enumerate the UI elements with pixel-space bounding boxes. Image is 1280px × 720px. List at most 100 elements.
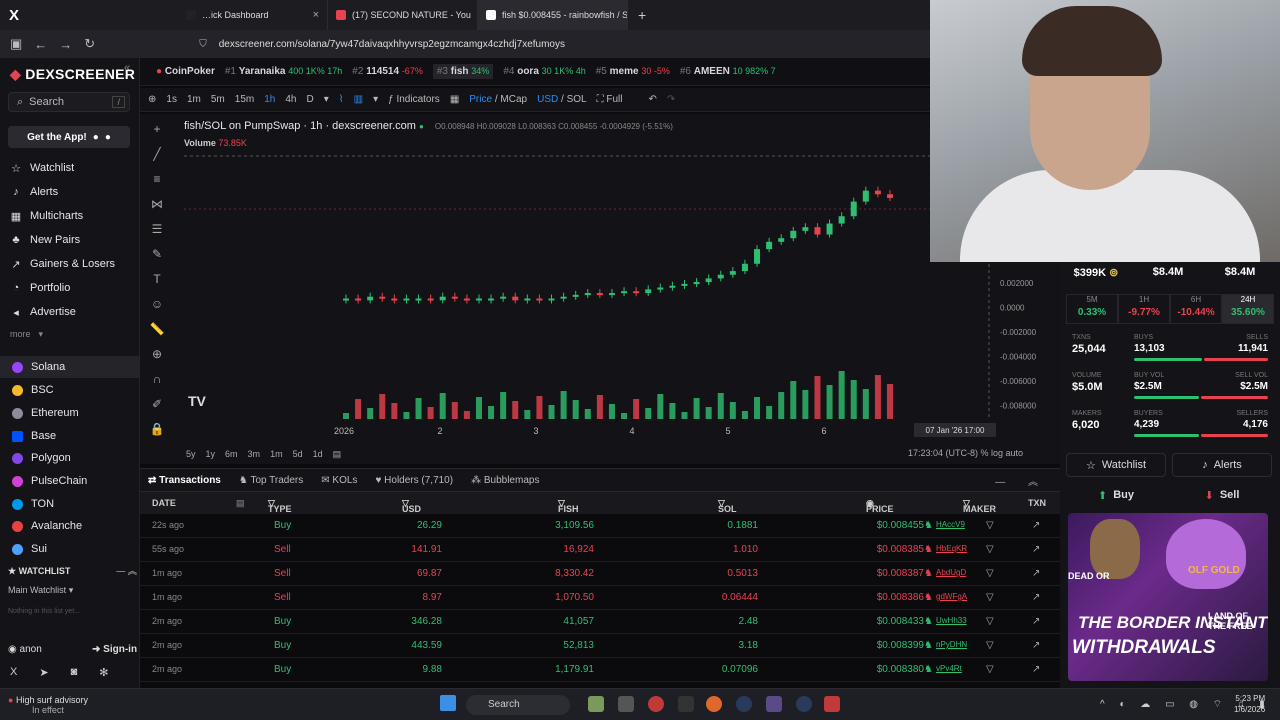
trend-item[interactable]: #3 fish 34% bbox=[432, 64, 494, 79]
lock-icon[interactable]: 🔒 bbox=[150, 422, 165, 436]
discord-icon[interactable]: ◙ bbox=[71, 666, 78, 679]
layout-icon[interactable]: ▦ bbox=[450, 94, 459, 105]
telegram-icon[interactable]: ➤ bbox=[39, 666, 48, 679]
main-watchlist-select[interactable]: Main Watchlist ▾ bbox=[8, 585, 73, 596]
weather-widget[interactable]: ● High surf advisory In effect bbox=[8, 695, 88, 715]
sidebar-item-gainers-losers[interactable]: ↗ Gainers & Losers bbox=[10, 254, 115, 274]
chain-base[interactable]: Base bbox=[0, 425, 140, 447]
line-chart-icon[interactable]: ⌇ bbox=[339, 94, 344, 105]
chain-pulsechain[interactable]: PulseChain bbox=[0, 470, 140, 492]
trend-item[interactable]: ● CoinPoker bbox=[156, 66, 215, 77]
interval-d[interactable]: D bbox=[306, 94, 313, 105]
pattern-icon[interactable]: ⋈ bbox=[151, 197, 163, 211]
browser-tab-2[interactable]: (17) SECOND NATURE - You × bbox=[328, 0, 478, 30]
alerts-button[interactable]: ♪ Alerts bbox=[1172, 453, 1272, 477]
forward-icon[interactable]: → bbox=[59, 37, 72, 52]
tab-holders[interactable]: ♥ Holders (7,710) bbox=[375, 475, 453, 486]
search-input[interactable]: ⌕ Search / bbox=[8, 92, 130, 112]
timeframe-1h[interactable]: 1H -9.77% bbox=[1118, 294, 1170, 324]
col-sol[interactable]: SOL ▽ bbox=[718, 498, 737, 514]
lock-draw-icon[interactable]: ✐ bbox=[152, 397, 162, 411]
range-1y[interactable]: 1y bbox=[206, 449, 216, 459]
sidebar-item-advertise[interactable]: ◂ Advertise bbox=[10, 302, 76, 322]
magnet-icon[interactable]: ∩ bbox=[153, 372, 162, 386]
browser-tab-3[interactable]: fish $0.008455 - rainbowfish / S × bbox=[478, 0, 628, 30]
sidebar-item-new-pairs[interactable]: ♣ New Pairs bbox=[10, 230, 80, 250]
chain-polygon[interactable]: Polygon bbox=[0, 447, 140, 469]
open-tx-icon[interactable]: ↗ bbox=[1032, 616, 1040, 627]
col-date[interactable]: DATE bbox=[152, 498, 176, 508]
table-row[interactable]: 2m ago Buy 346.28 41,057 2.48 $0.008433 UwHh33… bbox=[140, 610, 1060, 634]
open-tx-icon[interactable]: ↗ bbox=[1032, 592, 1040, 603]
brush-icon[interactable]: ✎ bbox=[152, 247, 162, 261]
taskbar-search[interactable]: Search bbox=[466, 695, 570, 715]
start-button-icon[interactable] bbox=[440, 695, 456, 711]
app-icon-angular[interactable] bbox=[824, 696, 840, 712]
more-link[interactable]: more ▾ bbox=[10, 324, 43, 344]
table-row[interactable]: 1m ago Sell 8.97 1,070.50 0.06444 $0.008386 gd… bbox=[140, 586, 1060, 610]
chain-solana[interactable]: Solana bbox=[0, 356, 140, 378]
cell-maker[interactable]: nPyDHN bbox=[936, 640, 967, 649]
range-5d[interactable]: 5d bbox=[293, 449, 303, 459]
filter-icon[interactable]: ▽ bbox=[986, 592, 994, 603]
settings-icon[interactable]: ✻ bbox=[99, 666, 108, 679]
filter-icon[interactable]: ▽ bbox=[986, 664, 994, 675]
emoji-icon[interactable]: ☺ bbox=[151, 297, 163, 311]
usd-sol-toggle[interactable]: USD / SOL bbox=[537, 94, 586, 105]
calendar-icon[interactable]: ▤ bbox=[236, 498, 245, 509]
range-1m[interactable]: 1m bbox=[270, 449, 283, 459]
open-tx-icon[interactable]: ↗ bbox=[1032, 520, 1040, 531]
app-icon-explorer[interactable] bbox=[618, 696, 634, 712]
panel-controls-icon[interactable]: — ︽ bbox=[995, 473, 1048, 488]
col-maker[interactable]: MAKER ▽ bbox=[963, 498, 996, 514]
range-5y[interactable]: 5y bbox=[186, 449, 196, 459]
filter-icon[interactable]: ▽ bbox=[986, 568, 994, 579]
trend-item[interactable]: #6 AMEEN 10 982% 7 bbox=[680, 66, 776, 77]
new-tab-icon[interactable]: + bbox=[628, 7, 646, 23]
cell-maker[interactable]: vPv4Rt bbox=[936, 664, 962, 673]
app-icon-steam[interactable] bbox=[736, 696, 752, 712]
sidebar-item-portfolio[interactable]: ◔ Portfolio bbox=[10, 278, 71, 298]
undo-icon[interactable]: ↶ bbox=[648, 94, 656, 105]
col-type[interactable]: TYPE ▽ bbox=[268, 498, 292, 514]
tab-kols[interactable]: ✉ KOLs bbox=[321, 475, 357, 486]
filter-icon[interactable]: ▽ bbox=[986, 640, 994, 651]
zoom-icon[interactable]: ⊕ bbox=[152, 347, 162, 361]
interval-15m[interactable]: 15m bbox=[235, 94, 254, 105]
open-tx-icon[interactable]: ↗ bbox=[1032, 640, 1040, 651]
filter-icon[interactable]: ▽ bbox=[986, 616, 994, 627]
interval-1h[interactable]: 1h bbox=[264, 94, 275, 105]
crosshair-icon[interactable]: + bbox=[153, 122, 160, 136]
app-icon-obs[interactable] bbox=[766, 696, 782, 712]
redo-icon[interactable]: ↷ bbox=[667, 94, 675, 105]
user-menu[interactable]: ◉ anon bbox=[8, 644, 42, 655]
filter-icon[interactable]: ▽ bbox=[986, 520, 994, 531]
cell-maker[interactable]: AbdUgD bbox=[936, 568, 966, 577]
app-icon-chrome[interactable] bbox=[648, 696, 664, 712]
open-tx-icon[interactable]: ↗ bbox=[1032, 568, 1040, 579]
url-field[interactable]: dexscreener.com/solana/7yw47daivaqxhhyvr… bbox=[219, 39, 565, 50]
sidebar-item-alerts[interactable]: ♪ Alerts bbox=[10, 182, 58, 202]
price-chart[interactable]: 0.002000 0.0000 -0.002000 -0.004000 -0.00600… bbox=[174, 114, 1060, 464]
app-icon-steam-2[interactable] bbox=[796, 696, 812, 712]
dexscreener-logo[interactable]: ◆ DEXSCREENER bbox=[10, 66, 135, 83]
cell-maker[interactable]: HAccV9 bbox=[936, 520, 965, 529]
range-3m[interactable]: 3m bbox=[248, 449, 261, 459]
indicators-button[interactable]: ƒ Indicators bbox=[388, 94, 440, 105]
app-icon-terminal[interactable] bbox=[678, 696, 694, 712]
ruler-icon[interactable]: 📏 bbox=[150, 322, 165, 336]
trend-item[interactable]: #2 114514 -67% bbox=[352, 66, 423, 77]
cell-maker[interactable]: HbEqKR bbox=[936, 544, 967, 553]
reload-icon[interactable]: ↻ bbox=[84, 36, 95, 52]
fib-icon[interactable]: ≡ bbox=[153, 172, 160, 186]
interval-4h[interactable]: 4h bbox=[285, 94, 296, 105]
timeframe-5m[interactable]: 5M 0.33% bbox=[1066, 294, 1118, 324]
candles-icon[interactable]: ▥ bbox=[354, 94, 363, 105]
cell-maker[interactable]: gdWFgA bbox=[936, 592, 967, 601]
chevron-down-icon[interactable]: ▾ bbox=[324, 94, 329, 105]
x-icon[interactable]: X bbox=[10, 666, 17, 679]
collapse-sidebar-icon[interactable]: « bbox=[124, 62, 130, 74]
interval-1m[interactable]: 1m bbox=[187, 94, 201, 105]
calendar-icon[interactable]: ▤ bbox=[333, 449, 342, 460]
add-icon[interactable]: ⊕ bbox=[148, 94, 156, 105]
